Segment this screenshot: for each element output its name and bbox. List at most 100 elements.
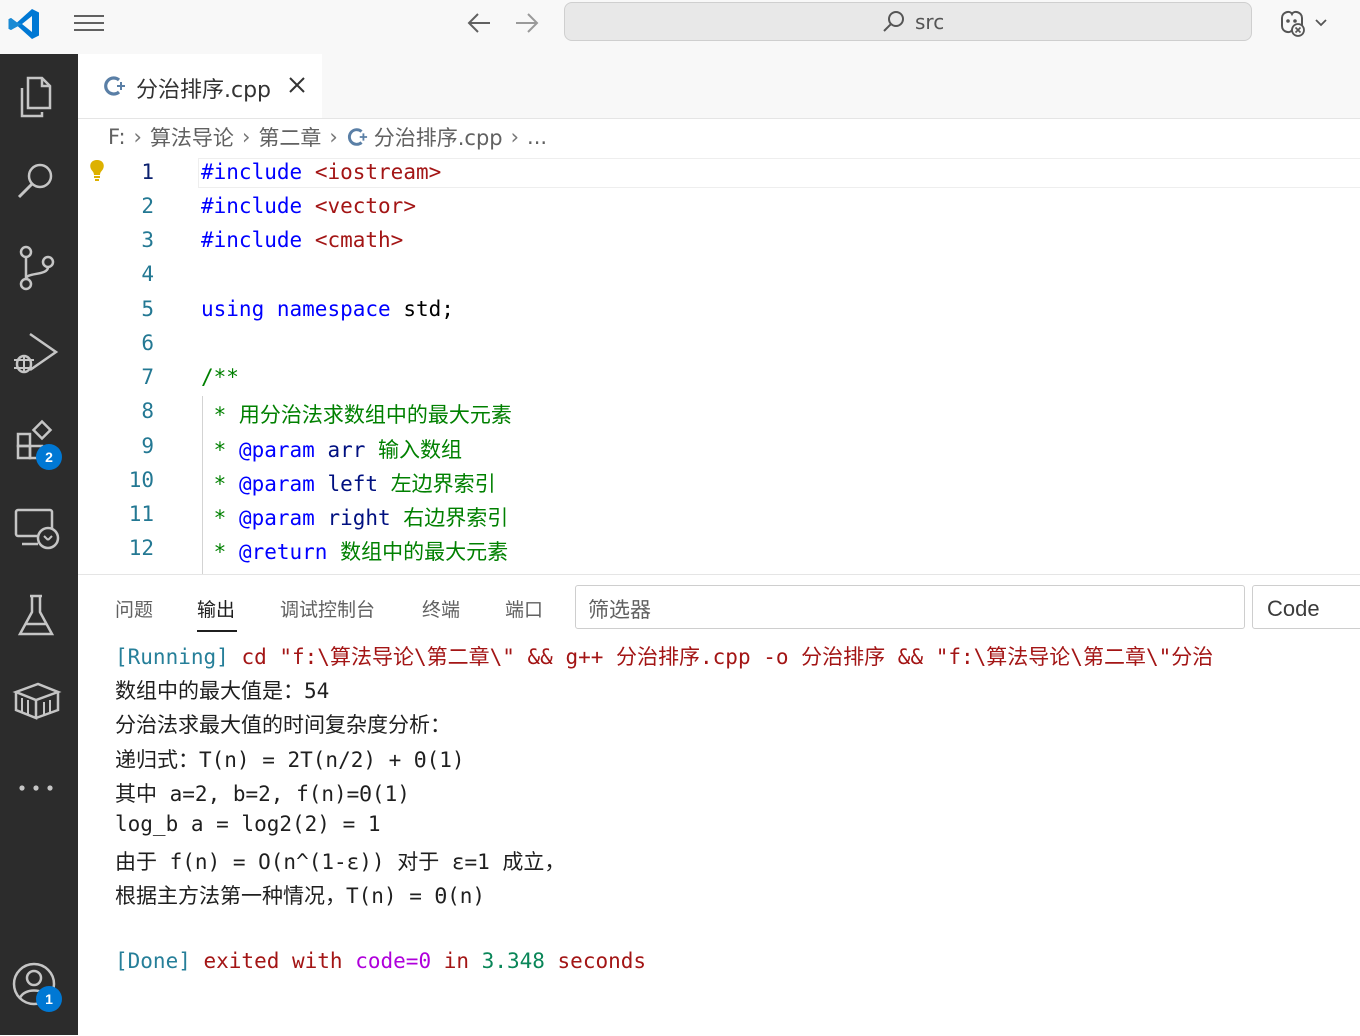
breadcrumb: F: › 算法导论 › 第二章 › 分治排序.cpp ›... xyxy=(108,122,547,154)
code-token: left xyxy=(314,472,379,496)
output-line: 分治法求最大值的时间复杂度分析： xyxy=(115,713,451,737)
line-number: 8 xyxy=(141,399,154,423)
output-line: 递归式：T(n) = 2T(n/2) + Θ(1) xyxy=(115,748,465,772)
active-tab-indicator xyxy=(197,630,237,632)
code-token: @return xyxy=(238,540,328,564)
tab-problems[interactable]: 问题 xyxy=(115,595,153,622)
code-token: #include xyxy=(201,228,303,252)
title-bar: src xyxy=(0,0,1360,54)
code-line: * @param arr 输入数组 xyxy=(201,434,462,464)
vscode-logo-icon xyxy=(8,9,39,39)
output-channel-label: Code xyxy=(1267,596,1320,621)
tab-file[interactable]: 分治排序.cpp xyxy=(78,54,322,118)
cpp-file-icon xyxy=(347,128,367,146)
code-token: namespace xyxy=(276,297,391,321)
line-number: 1 xyxy=(141,160,154,184)
code-token: 输入数组 xyxy=(365,438,463,462)
output-run-tag: [Running] xyxy=(115,645,229,669)
source-control-icon[interactable] xyxy=(8,240,64,296)
code-line: * @param right 右边界索引 xyxy=(201,502,509,532)
output-line: 根据主方法第一种情况，T(n) = Θ(n) xyxy=(115,884,486,908)
code-token: right xyxy=(314,506,391,530)
output-text: code=0 xyxy=(355,949,432,973)
arrow-right-icon[interactable] xyxy=(510,8,542,38)
code-token: using xyxy=(201,297,265,321)
code-token: 数组中的最大元素 xyxy=(327,540,509,564)
chevron-right-icon: › xyxy=(241,125,251,149)
line-number: 11 xyxy=(128,502,154,526)
chevron-right-icon: › xyxy=(329,125,338,149)
code-token: * xyxy=(201,506,239,530)
output-text: in xyxy=(431,949,482,973)
chevron-right-icon: › xyxy=(133,125,142,149)
breadcrumb-item[interactable]: 算法导论 xyxy=(150,122,234,152)
code-token: #include xyxy=(201,160,303,184)
line-number: 10 xyxy=(128,468,154,492)
output-text: 3.348 xyxy=(481,949,545,973)
code-token: @param xyxy=(238,438,315,462)
editor-tabs: 分治排序.cpp xyxy=(78,54,1360,119)
code-token: std; xyxy=(390,297,454,321)
output-line: [Running] cd "f:\算法导论\第二章\" && g++ 分治排序.… xyxy=(115,641,1213,671)
breadcrumb-item[interactable]: ... xyxy=(527,125,547,149)
tab-label: 分治排序.cpp xyxy=(136,78,272,103)
line-number: 2 xyxy=(141,194,154,218)
remote-explorer-icon[interactable] xyxy=(8,500,64,556)
output-line: log_b a = log2(2) = 1 xyxy=(115,812,381,836)
line-number: 5 xyxy=(141,297,154,321)
line-number: 12 xyxy=(128,536,154,560)
breadcrumb-item[interactable]: 分治排序.cpp xyxy=(374,122,503,152)
tab-debug-console[interactable]: 调试控制台 xyxy=(280,595,375,622)
extensions-badge: 2 xyxy=(36,444,62,470)
code-token: #include xyxy=(201,194,303,218)
copilot-icon[interactable] xyxy=(1274,6,1334,40)
code-token: * xyxy=(201,438,239,462)
code-token: <cmath> xyxy=(314,228,404,252)
output-line: 其中 a=2, b=2, f(n)=Θ(1) xyxy=(115,782,410,806)
testing-icon[interactable] xyxy=(8,588,64,644)
line-number: 4 xyxy=(141,262,154,286)
line-number: 9 xyxy=(141,434,154,458)
tab-terminal[interactable]: 终端 xyxy=(422,595,460,622)
output-line: 由于 f(n) = O(n^(1-ε)) 对于 ε=1 成立， xyxy=(115,850,566,874)
output-filter-input[interactable]: 筛选器 xyxy=(575,585,1245,629)
hamburger-menu-icon[interactable] xyxy=(72,10,106,38)
code-line: * 用分治法求数组中的最大元素 xyxy=(201,403,512,427)
bottom-panel: 问题 输出 调试控制台 终端 端口 筛选器 Code [Running] cd … xyxy=(78,574,1360,1036)
output-channel-select[interactable]: Code xyxy=(1252,585,1360,629)
search-text: src xyxy=(915,10,945,34)
code-token: <iostream> xyxy=(314,160,442,184)
output-text: exited with xyxy=(190,949,356,973)
search-icon[interactable] xyxy=(8,154,64,210)
explorer-icon[interactable] xyxy=(8,68,64,124)
code-line: #include <iostream> xyxy=(201,160,441,184)
chevron-right-icon: › xyxy=(510,125,520,149)
code-token: arr xyxy=(314,438,366,462)
code-line: * @return 数组中的最大元素 xyxy=(201,536,508,566)
code-token: * xyxy=(201,540,239,564)
close-icon[interactable] xyxy=(286,74,308,96)
line-number: 7 xyxy=(141,365,154,389)
code-line: /** xyxy=(201,365,239,389)
tab-ports[interactable]: 端口 xyxy=(505,595,543,622)
code-token: * xyxy=(201,472,239,496)
arrow-left-icon[interactable] xyxy=(464,8,496,38)
command-center-search[interactable]: src xyxy=(564,2,1252,41)
output-command: cd "f:\算法导论\第二章\" && g++ 分治排序.cpp -o 分治排… xyxy=(228,645,1214,669)
filter-placeholder: 筛选器 xyxy=(588,598,651,622)
code-editor[interactable]: 1 2 3 4 5 6 7 8 9 10 11 12 #include <ios… xyxy=(78,156,1360,574)
code-line: * @param left 左边界索引 xyxy=(201,468,496,498)
breadcrumb-item[interactable]: 第二章 xyxy=(258,122,321,152)
tab-output[interactable]: 输出 xyxy=(197,595,235,622)
more-icon[interactable] xyxy=(8,760,64,816)
containers-icon[interactable] xyxy=(8,674,64,730)
line-number: 3 xyxy=(141,228,154,252)
breadcrumb-item[interactable]: F: xyxy=(108,125,126,149)
code-token: 左边界索引 xyxy=(378,472,496,496)
output-line: [Done] exited with code=0 in 3.348 secon… xyxy=(115,949,646,973)
code-line: #include <vector> xyxy=(201,194,416,218)
output-text: seconds xyxy=(544,949,647,973)
run-debug-icon[interactable] xyxy=(8,326,64,382)
